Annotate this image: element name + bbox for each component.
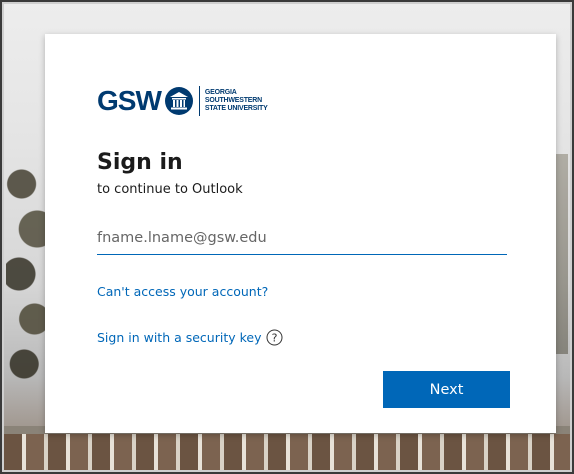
cant-access-account-link[interactable]: Can't access your account? bbox=[97, 284, 268, 299]
logo-line-2: SOUTHWESTERN bbox=[204, 97, 262, 104]
security-key-link[interactable]: Sign in with a security key bbox=[97, 330, 262, 345]
svg-text:?: ? bbox=[271, 332, 277, 345]
logo-divider bbox=[198, 86, 200, 116]
university-logo: GSW GEORGIA SOUTHWESTERN STATE UNIVERSIT… bbox=[97, 84, 268, 118]
signin-card: GSW GEORGIA SOUTHWESTERN STATE UNIVERSIT… bbox=[45, 34, 556, 433]
building-icon bbox=[164, 86, 194, 116]
question-circle-icon[interactable]: ? bbox=[266, 329, 283, 346]
logo-university-name: GEORGIA SOUTHWESTERN STATE UNIVERSITY bbox=[205, 89, 268, 113]
logo-line-3: STATE UNIVERSITY bbox=[204, 105, 268, 112]
email-input[interactable] bbox=[97, 222, 507, 255]
logo-letters: GSW bbox=[97, 85, 162, 116]
page-title: Sign in bbox=[97, 150, 183, 175]
background-building bbox=[4, 434, 570, 470]
logo-line-1: GEORGIA bbox=[204, 89, 237, 96]
security-key-row: Sign in with a security key ? bbox=[97, 329, 283, 346]
page-subtitle: to continue to Outlook bbox=[97, 182, 243, 197]
next-button[interactable]: Next bbox=[383, 371, 510, 408]
